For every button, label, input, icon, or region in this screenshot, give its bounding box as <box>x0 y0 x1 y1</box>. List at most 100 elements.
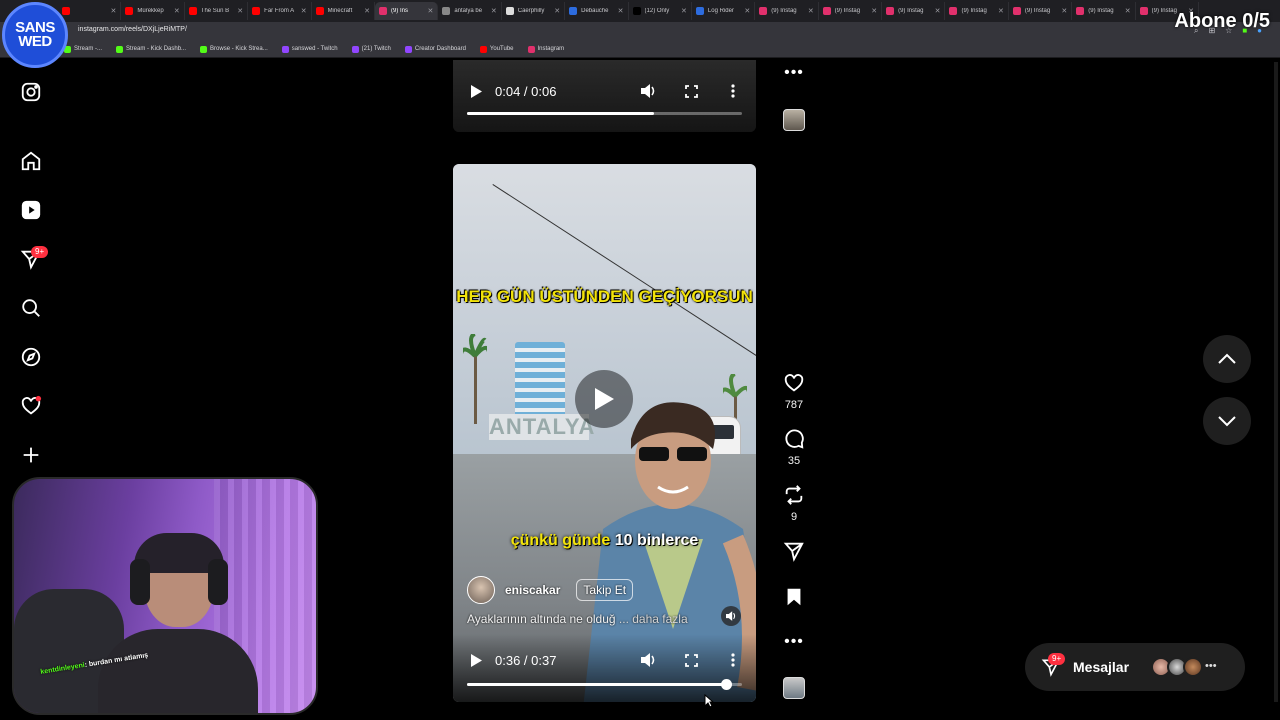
bookmark-item[interactable]: Stream - Kick Dashb... <box>116 45 186 53</box>
close-icon[interactable]: ✕ <box>618 7 624 15</box>
current-reel-controls: 0:36 / 0:37 <box>453 645 756 675</box>
browser-tab[interactable]: Log Rider ✕ <box>692 2 756 20</box>
tab-favicon-icon <box>949 7 958 15</box>
browser-tab[interactable]: (9) Instag ✕ <box>819 2 883 20</box>
play-icon[interactable] <box>467 82 485 100</box>
tab-label: antalya be <box>454 8 483 14</box>
bookmark-item[interactable]: Instagram <box>527 45 564 53</box>
tab-favicon-icon <box>695 7 704 15</box>
close-icon[interactable]: ✕ <box>871 7 877 15</box>
chevron-down-icon <box>1218 416 1236 427</box>
previous-reel-button[interactable] <box>1203 335 1251 383</box>
explore-icon[interactable] <box>20 346 42 368</box>
reels-icon[interactable] <box>20 199 42 221</box>
repost-icon[interactable] <box>782 483 806 507</box>
close-icon[interactable]: ✕ <box>111 7 117 15</box>
bookmark-item[interactable]: Creator Dashboard <box>404 45 466 53</box>
browser-tab[interactable]: Minecraft ✕ <box>312 2 375 20</box>
browser-tab[interactable]: antalya be ✕ <box>438 2 502 20</box>
caption-text: 10 binlerce <box>614 532 699 549</box>
bookmark-label: Browse - Kick Strea... <box>210 46 268 52</box>
bookmark-label: Stream -... <box>74 46 103 52</box>
mute-button[interactable] <box>721 606 741 626</box>
more-options-icon[interactable]: ••• <box>782 634 806 650</box>
close-icon[interactable]: ✕ <box>998 7 1004 15</box>
close-icon[interactable]: ✕ <box>744 7 750 15</box>
messages-count-badge: 9+ <box>1048 653 1066 665</box>
close-icon[interactable]: ✕ <box>364 7 370 15</box>
close-icon[interactable]: ✕ <box>935 7 941 15</box>
close-icon[interactable]: ✕ <box>681 7 687 15</box>
close-icon[interactable]: ✕ <box>237 7 243 15</box>
current-reel-progress[interactable] <box>467 679 742 690</box>
more-options-icon[interactable]: ••• <box>782 65 806 81</box>
play-icon[interactable] <box>467 651 485 669</box>
browser-tab[interactable]: ✕ <box>58 2 122 20</box>
browser-tab[interactable]: Caerphilly ✕ <box>502 2 566 20</box>
audio-thumbnail[interactable] <box>783 677 805 699</box>
current-reel-progress-fill <box>467 683 726 686</box>
current-reel[interactable]: ANTALYA HER GÜN ÜSTÜNDEN GEÇİYORSUN çünk… <box>453 164 756 702</box>
tab-label: The Sun B <box>200 8 230 14</box>
share-icon[interactable] <box>782 539 806 563</box>
create-icon[interactable] <box>20 444 42 466</box>
scrollbar[interactable] <box>1274 62 1278 702</box>
next-reel-button[interactable] <box>1203 397 1251 445</box>
close-icon[interactable]: ✕ <box>491 7 497 15</box>
browser-tab[interactable]: Debauche ✕ <box>565 2 629 20</box>
browser-tab[interactable]: (9) Instag ✕ <box>1072 2 1136 20</box>
close-icon[interactable]: ✕ <box>1061 7 1067 15</box>
more-options-icon[interactable] <box>724 651 742 669</box>
notifications-icon[interactable] <box>20 395 42 417</box>
browser-tab[interactable]: (9) Instag ✕ <box>882 2 946 20</box>
browser-tab[interactable]: Far From A ✕ <box>248 2 312 20</box>
browser-tab[interactable]: (9) Ins ✕ <box>374 2 439 20</box>
bookmark-label: Creator Dashboard <box>414 46 466 52</box>
bookmark-item[interactable]: Stream -... <box>64 45 103 53</box>
home-icon[interactable] <box>20 150 42 172</box>
instagram-logo-icon[interactable] <box>20 81 42 103</box>
more-link[interactable]: ... daha fazla <box>619 612 688 626</box>
save-icon[interactable] <box>782 585 806 609</box>
username[interactable]: eniscakar <box>505 583 560 597</box>
bookmark-label: YouTube <box>489 46 514 52</box>
tab-favicon-icon <box>315 7 324 15</box>
tab-favicon-icon <box>125 7 134 15</box>
current-reel-time: 0:36 / 0:37 <box>495 652 557 668</box>
browser-tab[interactable]: (9) Instag ✕ <box>1009 2 1073 20</box>
previous-reel[interactable]: 0:04 / 0:06 <box>453 60 756 132</box>
browser-tab[interactable]: The Sun B ✕ <box>185 2 249 20</box>
browser-tab[interactable]: (9) Instag ✕ <box>945 2 1009 20</box>
close-icon[interactable]: ✕ <box>174 7 180 15</box>
avatar[interactable] <box>467 576 495 604</box>
volume-icon[interactable] <box>640 82 658 100</box>
url-text[interactable]: instagram.com/reels/DXjLjeRiMTP/ <box>78 26 187 33</box>
previous-audio-thumbnail[interactable] <box>783 109 805 131</box>
close-icon[interactable]: ✕ <box>427 7 433 15</box>
fullscreen-icon[interactable] <box>682 82 700 100</box>
bookmark-item[interactable]: sanswed - Twitch <box>281 45 338 53</box>
bookmark-item[interactable]: Browse - Kick Strea... <box>200 45 268 53</box>
volume-icon[interactable] <box>640 651 658 669</box>
previous-reel-progress[interactable] <box>467 112 742 115</box>
close-icon[interactable]: ✕ <box>1125 7 1131 15</box>
reel-actions: ••• 787 35 9 ••• <box>778 0 810 720</box>
play-overlay-icon[interactable] <box>575 370 633 428</box>
close-icon[interactable]: ✕ <box>554 7 560 15</box>
browser-tab[interactable]: (12) Only ✕ <box>629 2 692 20</box>
close-icon[interactable]: ✕ <box>301 7 307 15</box>
follow-button[interactable]: Takip Et <box>576 579 634 601</box>
comment-count: 35 <box>787 455 801 467</box>
bookmark-item[interactable]: (21) Twitch <box>351 45 391 53</box>
search-icon[interactable] <box>20 297 42 319</box>
bookmark-item[interactable]: YouTube <box>479 45 514 53</box>
more-options-icon[interactable] <box>724 82 742 100</box>
comment-icon[interactable] <box>782 427 806 451</box>
like-icon[interactable] <box>782 371 806 395</box>
browser-tab[interactable]: Mürekkep ✕ <box>121 2 185 20</box>
tab-favicon-icon <box>759 7 768 15</box>
tab-label: (9) Instag <box>834 8 861 14</box>
fullscreen-icon[interactable] <box>682 651 700 669</box>
progress-scrubber[interactable] <box>720 679 732 690</box>
address-bar[interactable]: instagram.com/reels/DXjLjeRiMTP/ ⌕ ⊞ ☆ ■… <box>0 22 1280 41</box>
